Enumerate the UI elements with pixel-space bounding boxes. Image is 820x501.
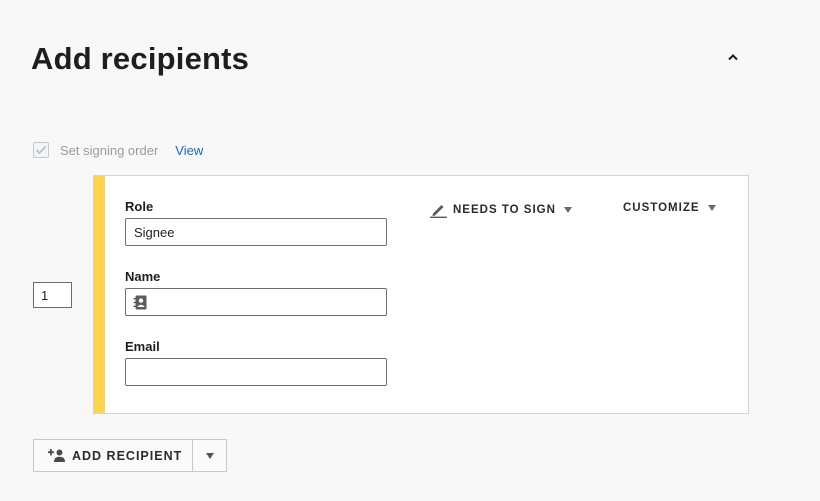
signing-order-label: Set signing order [60,142,159,158]
recipient-order-input[interactable] [33,282,72,308]
contact-book-icon [133,295,147,309]
recipient-color-stripe [94,176,105,413]
add-person-icon [48,449,65,462]
view-signing-order-link[interactable]: View [175,143,203,158]
customize-label: CUSTOMIZE [623,202,700,214]
caret-down-icon [205,452,214,459]
pen-icon [430,205,447,218]
role-label: Role [125,199,154,214]
name-label: Name [125,269,161,284]
customize-dropdown[interactable]: CUSTOMIZE [623,202,716,214]
recipient-card: Role Name Email NEEDS TO SIGN CUSTOMIZE [93,175,749,414]
recipient-action-dropdown[interactable]: NEEDS TO SIGN [430,202,572,218]
check-icon [35,145,47,155]
chevron-up-icon [728,54,738,61]
name-input[interactable] [125,288,387,316]
role-input[interactable] [125,218,387,246]
contacts-button[interactable] [129,291,151,313]
collapse-section-button[interactable] [722,46,744,68]
page-title: Add recipients [31,41,250,76]
caret-down-icon [707,205,716,211]
signing-order-checkbox[interactable] [33,142,49,158]
email-label: Email [125,339,160,354]
add-recipient-options-button[interactable] [193,439,227,472]
add-recipient-label: ADD RECIPIENT [72,448,183,463]
recipient-action-label: NEEDS TO SIGN [453,204,556,216]
add-recipient-button[interactable]: ADD RECIPIENT [33,439,193,472]
signing-order-row: Set signing order View [33,141,203,159]
caret-down-icon [563,207,572,213]
email-input[interactable] [125,358,387,386]
